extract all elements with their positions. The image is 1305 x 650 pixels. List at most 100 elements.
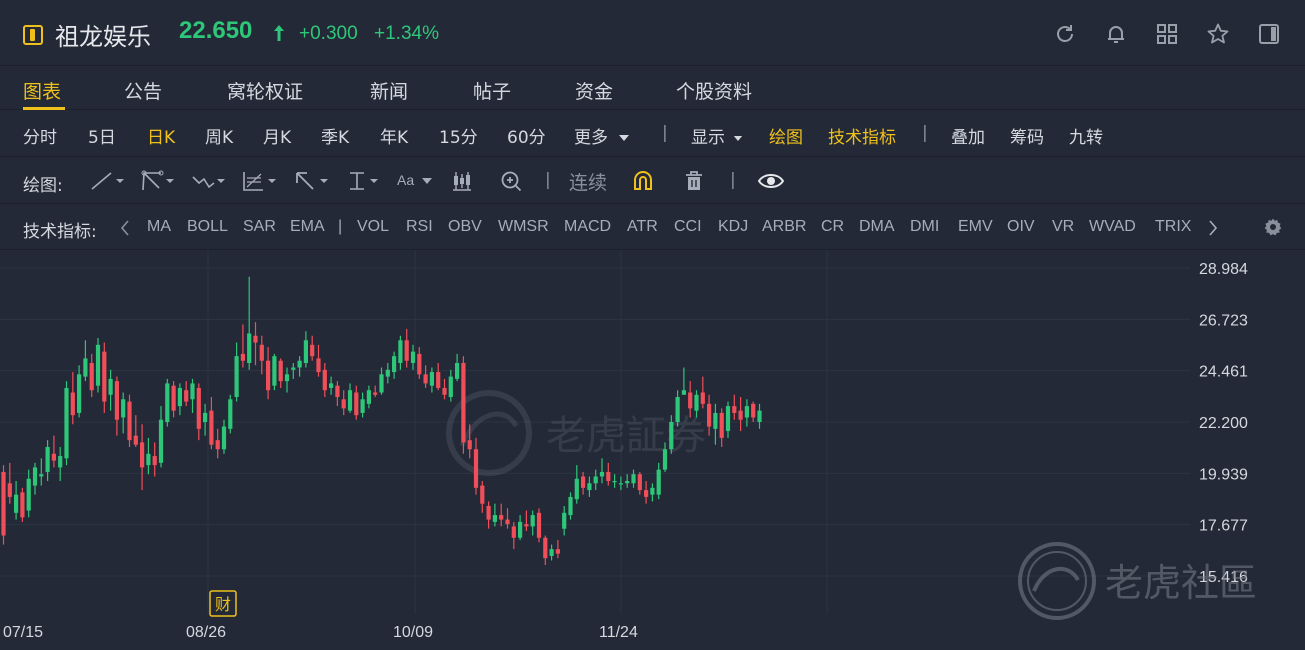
period-60min[interactable]: 60分	[507, 123, 546, 148]
trash-icon[interactable]	[682, 169, 706, 193]
candle	[121, 392, 126, 434]
candle	[568, 492, 573, 520]
tab-profile[interactable]: 个股资料	[676, 77, 752, 104]
indicator-rsi[interactable]: RSI	[406, 218, 433, 236]
chevron-left-icon[interactable]	[119, 219, 131, 237]
tab-warrants[interactable]: 窝轮权证	[227, 77, 303, 104]
candle	[272, 353, 277, 391]
candle-body	[574, 478, 579, 500]
text-tool-icon[interactable]: Aa	[397, 172, 433, 196]
indicator-vol[interactable]: VOL	[357, 218, 389, 236]
tab-announcements[interactable]: 公告	[124, 77, 162, 104]
tab-capital[interactable]: 资金	[575, 77, 613, 104]
tab-chart[interactable]: 图表	[23, 77, 61, 104]
candle	[89, 353, 94, 398]
period-yearly[interactable]: 年K	[380, 123, 408, 148]
candle-body	[650, 487, 655, 495]
period-15min[interactable]: 15分	[439, 123, 478, 148]
candle	[228, 394, 233, 434]
period-5day[interactable]: 5日	[88, 123, 116, 148]
indicator-wmsr[interactable]: WMSR	[498, 218, 549, 236]
earnings-marker[interactable]: 财	[209, 590, 237, 617]
candle	[518, 515, 523, 541]
grid-icon[interactable]	[1155, 22, 1179, 46]
candle	[70, 372, 75, 425]
candle-body	[700, 392, 705, 404]
period-quarterly[interactable]: 季K	[321, 123, 349, 148]
indicator-ema[interactable]: EMA	[290, 218, 325, 236]
wave-tool-icon[interactable]	[190, 169, 230, 193]
indicator-cci[interactable]: CCI	[674, 218, 702, 236]
indicator-wvad[interactable]: WVAD	[1089, 218, 1136, 236]
indicator-emv[interactable]: EMV	[958, 218, 993, 236]
candle-body	[644, 490, 649, 497]
candle-body	[152, 456, 157, 466]
candle-body	[51, 453, 56, 461]
indicator-toolbar: 技术指标: MA BOLL SAR EMA | VOL RSI OBV WMSR…	[0, 204, 1305, 250]
indicator-vr[interactable]: VR	[1052, 218, 1074, 236]
indicator-kdj[interactable]: KDJ	[718, 218, 748, 236]
caret-down-icon	[422, 178, 433, 184]
indicator-arbr[interactable]: ARBR	[762, 218, 806, 236]
candle-tool-icon[interactable]	[450, 169, 474, 193]
fib-tool-icon[interactable]	[241, 169, 281, 193]
candle-body	[618, 483, 623, 485]
measure-tool-icon[interactable]	[346, 169, 386, 193]
star-icon[interactable]	[1206, 22, 1230, 46]
channel-tool-icon[interactable]	[139, 169, 179, 193]
candle	[461, 356, 466, 454]
candle	[366, 385, 371, 409]
indicator-cr[interactable]: CR	[821, 218, 844, 236]
candle-body	[259, 344, 264, 361]
candle	[184, 381, 189, 407]
indicator-atr[interactable]: ATR	[627, 218, 658, 236]
indicator-dma[interactable]: DMA	[859, 218, 895, 236]
more-periods-button[interactable]: 更多	[574, 123, 630, 148]
candle	[581, 471, 586, 495]
center-watermark: 老虎証券	[446, 390, 706, 476]
x-tick-label: 10/09	[393, 624, 433, 641]
candle	[14, 481, 19, 520]
arrow-tool-icon[interactable]	[293, 169, 333, 193]
period-monthly[interactable]: 月K	[263, 123, 291, 148]
candle	[429, 367, 434, 393]
draw-toggle[interactable]: 绘图	[769, 123, 803, 148]
candlestick-chart[interactable]: 老虎証券 28.984 26.723 24.461 22.200 19.939 17.67…	[0, 250, 1305, 650]
indicator-obv[interactable]: OBV	[448, 218, 482, 236]
period-intraday[interactable]: 分时	[23, 123, 57, 148]
refresh-icon[interactable]	[1053, 22, 1077, 46]
chips-button[interactable]: 筹码	[1010, 123, 1044, 148]
candle	[127, 394, 132, 447]
nine-turn-button[interactable]: 九转	[1069, 123, 1103, 148]
indicator-boll[interactable]: BOLL	[187, 218, 228, 236]
bell-icon[interactable]	[1104, 22, 1128, 46]
candle	[480, 481, 485, 513]
overlay-button[interactable]: 叠加	[951, 123, 985, 148]
period-daily[interactable]: 日K	[147, 123, 175, 148]
candle-body	[744, 406, 749, 418]
continuous-toggle[interactable]: 连续	[569, 168, 607, 194]
magnet-icon[interactable]	[631, 169, 655, 193]
indicator-oiv[interactable]: OIV	[1007, 218, 1035, 236]
indicator-ma[interactable]: MA	[147, 218, 171, 236]
watermark-text: 老虎証券	[546, 413, 706, 459]
indicator-dmi[interactable]: DMI	[910, 218, 939, 236]
y-tick-label: 24.461	[1199, 364, 1248, 381]
candle	[190, 378, 195, 413]
eye-icon[interactable]	[757, 169, 785, 193]
zoom-in-icon[interactable]	[499, 169, 523, 193]
tech-indicator-toggle[interactable]: 技术指标	[828, 123, 896, 148]
tab-news[interactable]: 新闻	[370, 77, 408, 104]
candle-body	[146, 453, 151, 466]
settings-icon[interactable]	[1263, 217, 1283, 237]
candle-body	[606, 471, 611, 482]
indicator-sar[interactable]: SAR	[243, 218, 276, 236]
tab-posts[interactable]: 帖子	[473, 77, 511, 104]
display-menu-button[interactable]: 显示	[691, 123, 743, 148]
indicator-macd[interactable]: MACD	[564, 218, 611, 236]
indicator-trix[interactable]: TRIX	[1155, 218, 1191, 236]
chevron-right-icon[interactable]	[1207, 219, 1219, 237]
sidebar-icon[interactable]	[1257, 22, 1281, 46]
period-weekly[interactable]: 周K	[205, 123, 233, 148]
line-tool-icon[interactable]	[89, 169, 129, 193]
